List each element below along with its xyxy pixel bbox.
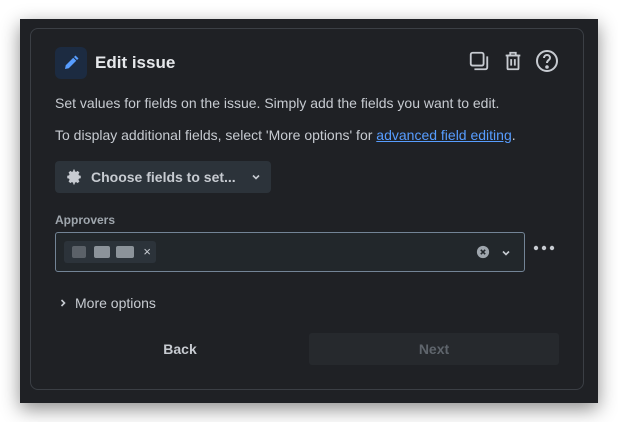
choose-fields-label: Choose fields to set... — [91, 169, 236, 185]
more-options-toggle[interactable]: More options — [57, 295, 156, 311]
ellipsis-icon[interactable] — [533, 239, 555, 257]
back-button[interactable]: Back — [55, 333, 305, 365]
chevron-right-icon — [60, 299, 66, 307]
edit-issue-card: Edit issue Set values for fields on the … — [30, 28, 584, 390]
chevron-down-icon[interactable] — [500, 246, 512, 264]
approvers-label: Approvers — [55, 213, 116, 227]
help-icon[interactable] — [535, 49, 559, 73]
pencil-icon — [65, 55, 79, 69]
chevron-down-icon — [252, 174, 260, 180]
approver-name-redacted-2 — [116, 246, 134, 258]
gear-icon — [67, 169, 81, 185]
trash-icon[interactable] — [501, 49, 525, 73]
advanced-field-editing-link[interactable]: advanced field editing — [376, 127, 511, 143]
copy-icon[interactable] — [467, 49, 491, 73]
title-icon-container — [55, 47, 87, 79]
edit-issue-modal: Edit issue Set values for fields on the … — [20, 19, 598, 403]
additional-suffix: . — [511, 127, 516, 143]
choose-fields-button[interactable]: Choose fields to set... — [55, 161, 271, 193]
dialog-description: Set values for fields on the issue. Simp… — [55, 95, 500, 111]
additional-prefix: To display additional fields, select 'Mo… — [55, 127, 377, 143]
approver-chip: × — [64, 241, 156, 263]
next-button[interactable]: Next — [309, 333, 559, 365]
additional-fields-text: To display additional fields, select 'Mo… — [55, 127, 516, 143]
avatar — [72, 246, 86, 258]
approvers-select[interactable]: × — [55, 232, 525, 272]
more-options-label: More options — [75, 295, 156, 311]
clear-icon[interactable] — [476, 245, 490, 264]
approver-name-redacted — [94, 246, 110, 258]
header-actions — [467, 49, 559, 73]
dialog-title: Edit issue — [95, 53, 176, 72]
remove-approver-icon[interactable]: × — [143, 244, 151, 259]
